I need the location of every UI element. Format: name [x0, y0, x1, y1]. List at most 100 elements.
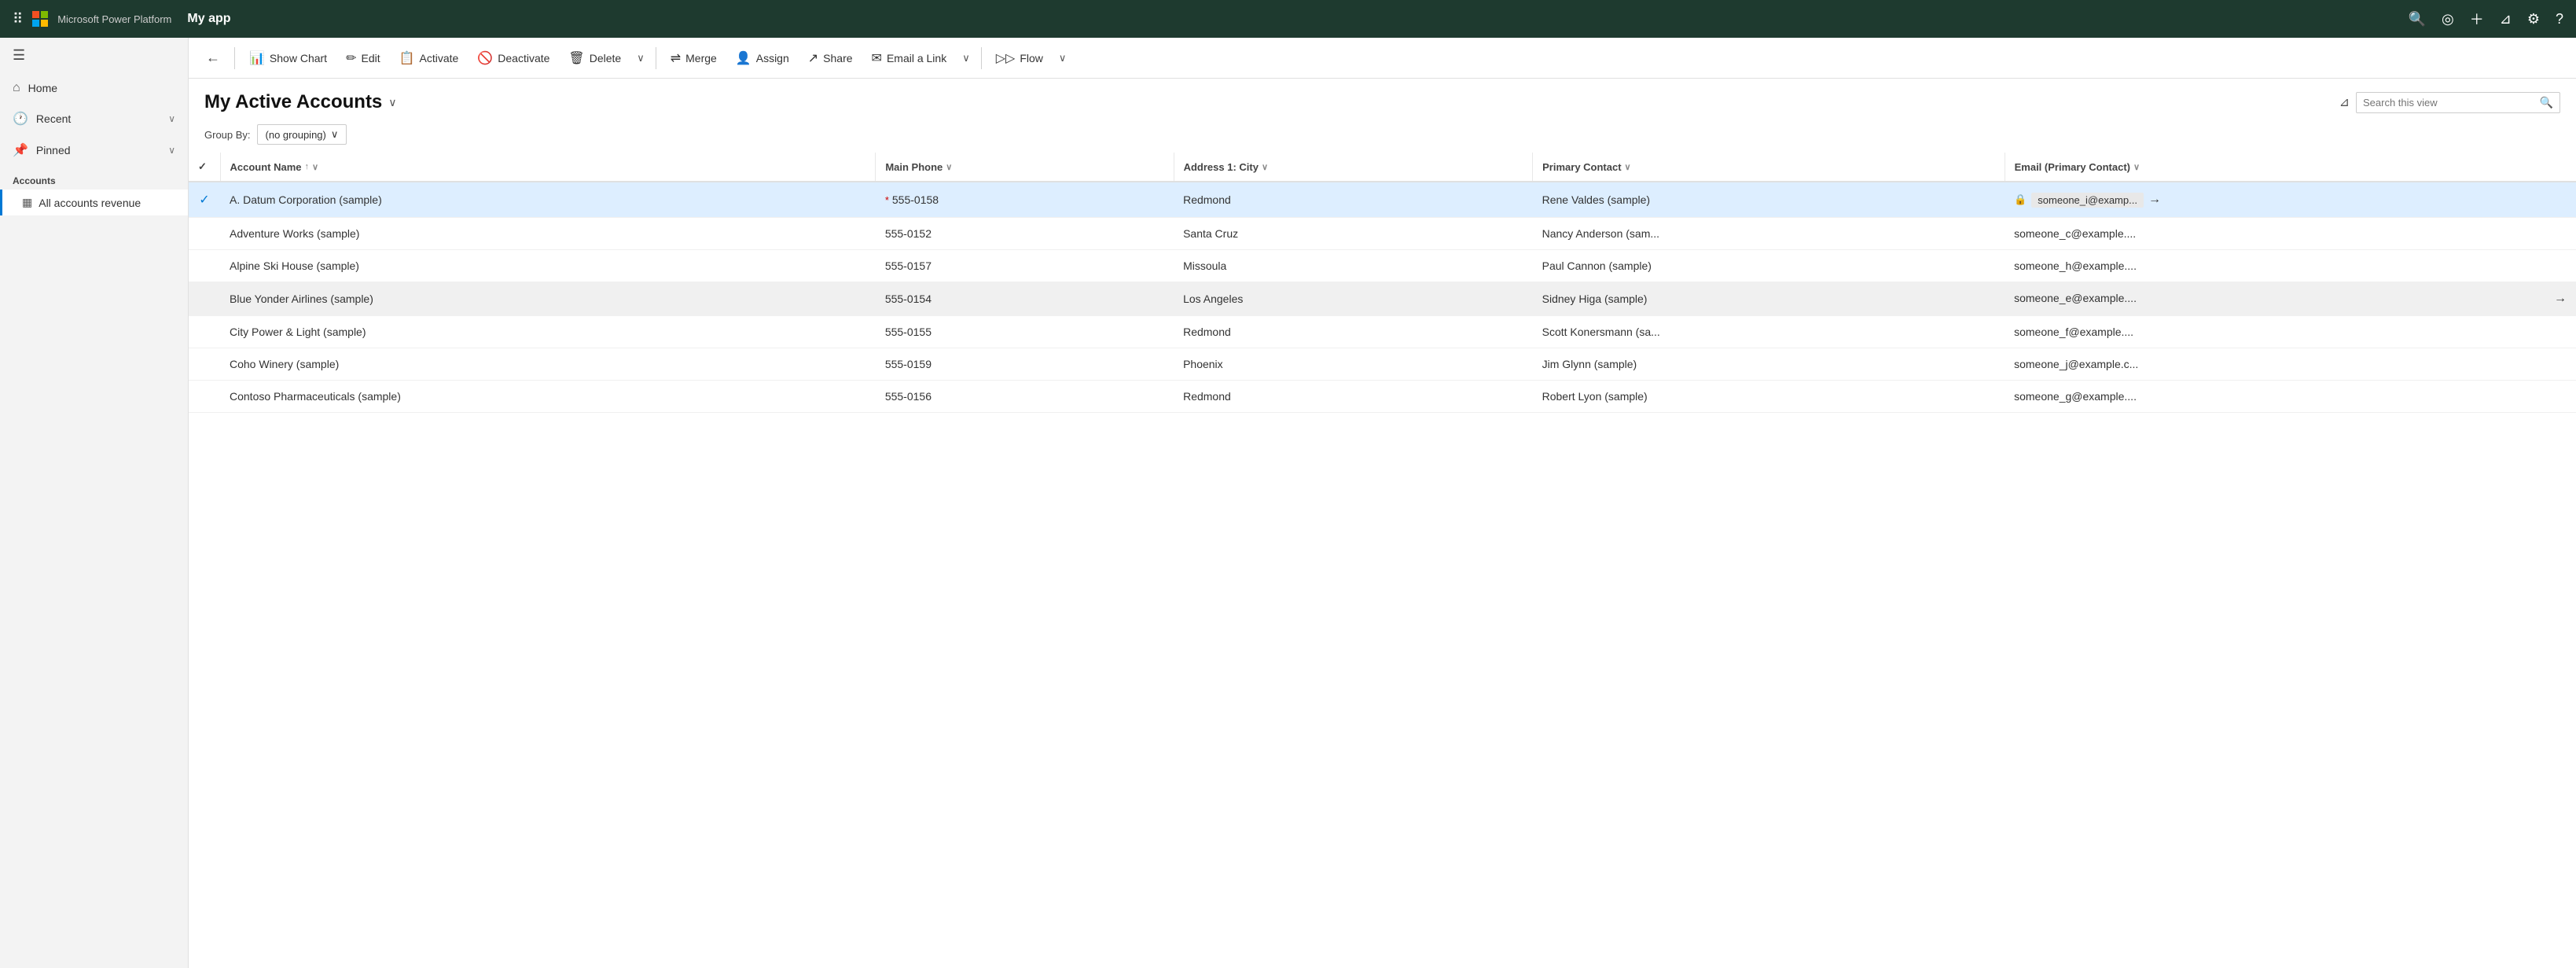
plus-icon[interactable]: ＋	[2470, 9, 2484, 29]
view-filter-icon[interactable]: ⊿	[2339, 94, 2350, 110]
row-nav-arrow[interactable]: →	[2554, 292, 2567, 306]
waffle-icon[interactable]: ⠿	[13, 11, 23, 28]
th-address-city[interactable]: Address 1: City ∨	[1174, 153, 1533, 182]
group-by-label: Group By:	[204, 129, 251, 141]
th-account-name[interactable]: Account Name ↑ ∨	[220, 153, 876, 182]
search-input[interactable]	[2363, 97, 2540, 109]
recent-icon: 🕐	[13, 111, 28, 127]
search-icon[interactable]: 🔍	[2409, 11, 2426, 28]
row-city: Missoula	[1174, 250, 1533, 282]
th-account-name-sort-down-icon: ∨	[312, 162, 318, 172]
table-body: ✓A. Datum Corporation (sample)*555-0158R…	[189, 182, 2576, 413]
row-checkbox[interactable]	[189, 381, 220, 413]
row-checkbox[interactable]	[189, 218, 220, 250]
row-city: Santa Cruz	[1174, 218, 1533, 250]
all-accounts-icon: ▦	[22, 196, 32, 209]
delete-button[interactable]: 🗑 Delete	[560, 46, 629, 71]
row-checkbox[interactable]	[189, 250, 220, 282]
th-account-name-sort-up-icon: ↑	[305, 162, 310, 171]
sidebar-hamburger[interactable]: ☰	[0, 38, 188, 73]
table-row[interactable]: Alpine Ski House (sample)555-0157Missoul…	[189, 250, 2576, 282]
group-by-select[interactable]: (no grouping) ∨	[257, 124, 347, 145]
sidebar-label-recent: Recent	[36, 112, 160, 125]
row-checkbox[interactable]	[189, 348, 220, 381]
deactivate-button[interactable]: 🚫 Deactivate	[469, 46, 557, 71]
sidebar-item-home[interactable]: ⌂ Home	[0, 73, 188, 103]
search-box[interactable]: 🔍	[2356, 92, 2560, 113]
back-button[interactable]: ←	[198, 45, 228, 71]
activate-button[interactable]: 📋 Activate	[391, 46, 467, 71]
th-checkbox[interactable]: ✓	[189, 153, 220, 182]
more-button[interactable]: ∨	[632, 47, 649, 69]
assign-button[interactable]: 👤 Assign	[728, 46, 797, 71]
view-title: My Active Accounts	[204, 91, 382, 113]
brand-text: Microsoft Power Platform	[57, 13, 171, 25]
group-by-value: (no grouping)	[266, 129, 326, 141]
row-city: Redmond	[1174, 182, 1533, 218]
filter-nav-icon[interactable]: ⊿	[2500, 11, 2512, 28]
flow-button[interactable]: ▷▷ Flow	[988, 46, 1051, 71]
merge-button[interactable]: ⇌ Merge	[663, 46, 725, 71]
row-checkbox[interactable]	[189, 316, 220, 348]
help-icon[interactable]: ?	[2556, 11, 2563, 28]
row-email: someone_f@example....	[2005, 316, 2576, 348]
row-city: Redmond	[1174, 381, 1533, 413]
th-primary-contact[interactable]: Primary Contact ∨	[1533, 153, 2005, 182]
sidebar-item-recent[interactable]: 🕐 Recent ∨	[0, 103, 188, 134]
table-row[interactable]: Coho Winery (sample)555-0159PhoenixJim G…	[189, 348, 2576, 381]
show-chart-icon: 📊	[249, 50, 265, 66]
sidebar-sub-label-all-accounts: All accounts revenue	[39, 197, 141, 209]
table-row[interactable]: Adventure Works (sample)555-0152Santa Cr…	[189, 218, 2576, 250]
table-row[interactable]: City Power & Light (sample)555-0155Redmo…	[189, 316, 2576, 348]
row-account-name: Blue Yonder Airlines (sample)	[220, 282, 876, 316]
edit-button[interactable]: ✏ Edit	[338, 46, 388, 71]
edit-label: Edit	[361, 52, 380, 64]
row-main-phone: 555-0159	[876, 348, 1174, 381]
sidebar-item-all-accounts-revenue[interactable]: ▦ All accounts revenue	[0, 190, 188, 215]
email-value: someone_f@example....	[2014, 326, 2133, 338]
table-row[interactable]: Contoso Pharmaceuticals (sample)555-0156…	[189, 381, 2576, 413]
assign-label: Assign	[756, 52, 789, 64]
row-nav-arrow[interactable]: →	[2148, 193, 2161, 207]
check-mark-icon: ✓	[199, 193, 209, 207]
row-account-name: Contoso Pharmaceuticals (sample)	[220, 381, 876, 413]
row-account-name: A. Datum Corporation (sample)	[220, 182, 876, 218]
table-row[interactable]: ✓A. Datum Corporation (sample)*555-0158R…	[189, 182, 2576, 218]
row-city: Phoenix	[1174, 348, 1533, 381]
row-checkbox[interactable]: ✓	[189, 182, 220, 218]
row-main-phone: 555-0155	[876, 316, 1174, 348]
view-title-chevron-icon[interactable]: ∨	[388, 96, 396, 109]
row-main-phone: 555-0152	[876, 218, 1174, 250]
share-icon: ↗	[808, 50, 818, 66]
merge-icon: ⇌	[671, 50, 681, 66]
email-link-button[interactable]: ✉ Email a Link	[864, 46, 955, 71]
row-account-name: City Power & Light (sample)	[220, 316, 876, 348]
share-button[interactable]: ↗ Share	[800, 46, 861, 71]
merge-label: Merge	[685, 52, 717, 64]
settings-icon[interactable]: ⚙	[2527, 11, 2540, 28]
sidebar-label-pinned: Pinned	[36, 144, 160, 156]
row-checkbox[interactable]	[189, 282, 220, 316]
row-main-phone: 555-0156	[876, 381, 1174, 413]
row-email: someone_h@example....	[2005, 250, 2576, 282]
email-value: someone_i@examp...	[2031, 193, 2144, 208]
th-email-primary[interactable]: Email (Primary Contact) ∨	[2005, 153, 2576, 182]
th-email-primary-sort-icon: ∨	[2133, 162, 2140, 172]
search-box-icon: 🔍	[2540, 96, 2553, 109]
flow-chevron[interactable]: ∨	[1054, 47, 1071, 69]
th-address-city-sort-icon: ∨	[1262, 162, 1268, 172]
command-bar: ← 📊 Show Chart ✏ Edit 📋 Activate 🚫 Deact…	[189, 38, 2576, 79]
row-main-phone: 555-0154	[876, 282, 1174, 316]
th-main-phone[interactable]: Main Phone ∨	[876, 153, 1174, 182]
th-primary-contact-sort-icon: ∨	[1625, 162, 1631, 172]
circle-icon[interactable]: ◎	[2442, 11, 2454, 28]
sidebar-item-pinned[interactable]: 📌 Pinned ∨	[0, 134, 188, 166]
th-main-phone-label: Main Phone	[885, 161, 943, 173]
row-primary-contact: Nancy Anderson (sam...	[1533, 218, 2005, 250]
table-row[interactable]: Blue Yonder Airlines (sample)555-0154Los…	[189, 282, 2576, 316]
show-chart-button[interactable]: 📊 Show Chart	[241, 46, 335, 71]
th-primary-contact-label: Primary Contact	[1542, 161, 1621, 173]
more-button-2[interactable]: ∨	[957, 47, 975, 69]
view-header: My Active Accounts ∨ ⊿ 🔍	[189, 79, 2576, 120]
delete-icon: 🗑	[568, 50, 584, 66]
